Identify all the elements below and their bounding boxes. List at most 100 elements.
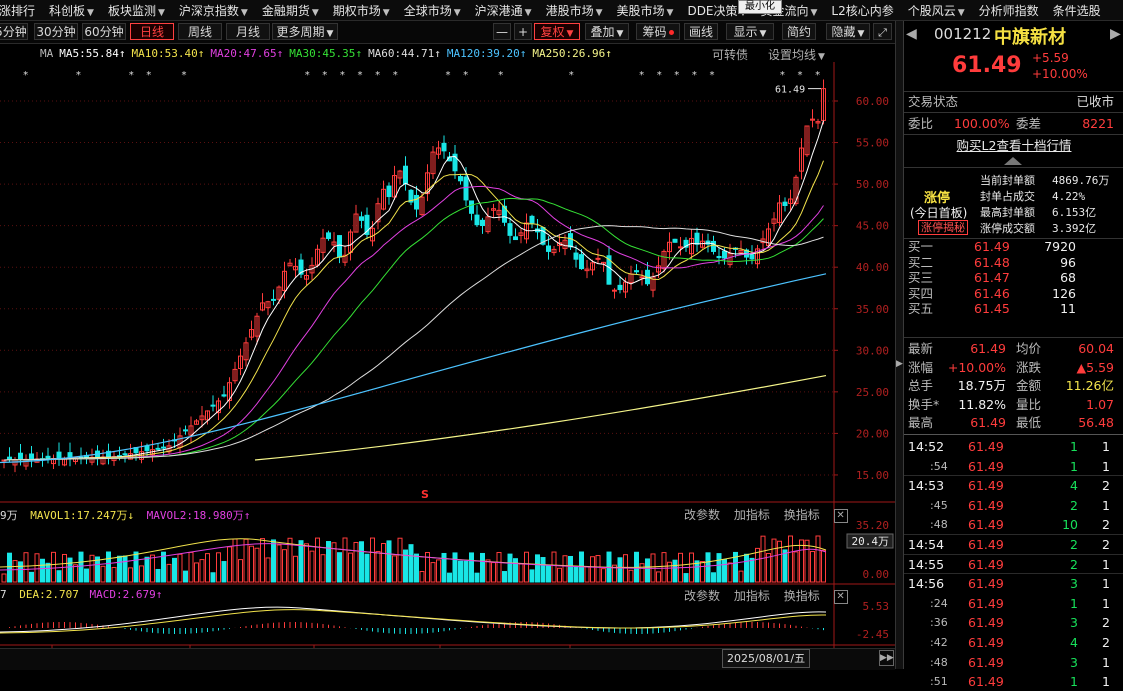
chips-button[interactable]: 筹码 [636, 23, 680, 40]
volume-bar [321, 555, 325, 582]
zoom-out-button[interactable]: — [493, 23, 511, 40]
volume-bar [189, 552, 193, 582]
collapse-up-icon[interactable] [1004, 157, 1022, 165]
volume-bar [305, 544, 309, 582]
volume-edit-params[interactable]: 改参数 [684, 508, 720, 522]
tick-time: 14:54 [908, 535, 944, 554]
buy-level-row[interactable]: 买一 61.49 7920 [904, 239, 1123, 255]
volume-change-indicator[interactable]: 换指标 [784, 508, 820, 522]
draw-line-button[interactable]: 画线 [684, 23, 718, 40]
zoom-in-button[interactable]: + [514, 23, 532, 40]
tick-volume: 2 [1070, 555, 1078, 574]
volume-bar [57, 571, 61, 582]
volume-add-indicator[interactable]: 加指标 [734, 508, 770, 522]
collapse-arrow-icon[interactable]: ▶ [896, 359, 903, 369]
macd-edit-params[interactable]: 改参数 [684, 589, 720, 603]
menu-item-5[interactable]: 期权市场 ▼ [326, 2, 397, 19]
menu-item-0[interactable]: 涨排行 [0, 2, 42, 19]
date-cursor-label: 2025/08/01/五 [722, 649, 810, 668]
buy-level-label: 买一 [908, 239, 933, 255]
scroll-right-icon[interactable]: ▶▶ [879, 650, 894, 666]
menu-item-label: 美股市场 [617, 4, 665, 18]
tick-volume: 2 [1070, 496, 1078, 515]
menu-item-1[interactable]: 科创板 ▼ [42, 2, 101, 19]
next-stock-icon[interactable]: ▶ [1110, 26, 1121, 42]
menu-item-2[interactable]: 板块监测 ▼ [101, 2, 172, 19]
volume-bar [200, 560, 204, 582]
chevron-down-icon: ▼ [760, 29, 767, 39]
buy-volume: 7920 [1044, 239, 1076, 255]
more-periods-label: 更多周期 [277, 25, 325, 39]
tick-row: :42 61.49 4 2 [904, 633, 1123, 652]
buy-level-row[interactable]: 买三 61.47 68 [904, 270, 1123, 286]
time-scrollbar[interactable]: 2025/08/01/五 ▶▶ [0, 648, 895, 670]
menu-item-14[interactable]: 分析师指数 [972, 2, 1046, 19]
hide-dropdown[interactable]: 隐藏 ▼ [826, 23, 870, 40]
period-monthly-button[interactable]: 月线 [226, 23, 270, 40]
volume-bar [140, 566, 144, 582]
volume-bar [354, 542, 358, 582]
expand-icon[interactable]: ⤢ [873, 23, 892, 40]
volume-bar [316, 538, 320, 582]
volume-bar [277, 545, 281, 582]
tick-price: 61.49 [968, 437, 1004, 456]
volume-bar [794, 552, 798, 582]
simple-mode-button[interactable]: 简约 [782, 23, 816, 40]
menu-item-8[interactable]: 港股市场 ▼ [539, 2, 610, 19]
menu-item-15[interactable]: 条件选股 [1046, 2, 1108, 19]
kline-chart[interactable]: 60.00 55.00 50.00 45.00 40.00 35.00 30.00 25.00… [0, 62, 895, 648]
ma-legend-item: MA120:39.20↑ [447, 47, 526, 60]
menu-item-4[interactable]: 金融期货 ▼ [255, 2, 326, 19]
menu-item-3[interactable]: 沪深京指数 ▼ [172, 2, 255, 19]
menu-item-13[interactable]: 个股风云 ▼ [901, 2, 972, 19]
tick-price: 61.49 [968, 457, 1004, 476]
seal-label: 涨停成交额 [980, 221, 1035, 237]
close-icon[interactable]: ✕ [834, 509, 848, 523]
ma-legend-item: MA20:47.65↑ [210, 47, 283, 60]
menu-item-12[interactable]: L2核心内参 [824, 2, 900, 19]
seal-row: 最高封单额 6.153亿 [904, 205, 1123, 221]
volume-bar [800, 540, 804, 582]
ma-settings-label: 设置均线 [768, 48, 816, 62]
close-icon[interactable]: ✕ [834, 590, 848, 604]
fuquan-dropdown[interactable]: 复权 ▼ [534, 23, 580, 40]
more-periods-button[interactable]: 更多周期 ▼ [272, 23, 338, 40]
volume-bar [13, 561, 17, 582]
period-daily-button[interactable]: 日线 [130, 23, 174, 40]
ma-legend-item: MA60:44.71↑ [368, 47, 441, 60]
l2-link-text: 购买L2查看十档行情 [957, 138, 1072, 153]
period-5min-button[interactable]: 5分钟 [0, 23, 28, 40]
candle-body [547, 246, 551, 251]
macd-change-indicator[interactable]: 换指标 [784, 589, 820, 603]
tick-count: 1 [1102, 555, 1110, 574]
convertible-bond-link[interactable]: 可转债 [712, 46, 748, 63]
macd-add-indicator[interactable]: 加指标 [734, 589, 770, 603]
overlay-dropdown[interactable]: 叠加 ▼ [585, 23, 629, 40]
buy-level-row[interactable]: 买四 61.46 126 [904, 286, 1123, 302]
menu-item-7[interactable]: 沪深港通 ▼ [468, 2, 539, 19]
period-60min-button[interactable]: 60分钟 [82, 23, 126, 40]
stat-label: 最高 [908, 413, 933, 432]
prev-stock-icon[interactable]: ◀ [906, 26, 917, 42]
candle-body [145, 446, 149, 451]
event-star-icon: * [305, 70, 310, 81]
buy-level-row[interactable]: 买五 61.45 11 [904, 301, 1123, 317]
menu-item-9[interactable]: 美股市场 ▼ [610, 2, 681, 19]
buy-level-row[interactable]: 买二 61.48 96 [904, 255, 1123, 271]
fuquan-label: 复权 [541, 25, 565, 39]
menu-item-6[interactable]: 全球市场 ▼ [397, 2, 468, 19]
l2-purchase-link[interactable]: 购买L2查看十档行情 [904, 136, 1123, 155]
weibi-row: 委比 100.00% 委差 8221 [904, 114, 1123, 133]
display-dropdown[interactable]: 显示 ▼ [726, 23, 774, 40]
buy-level-label: 买三 [908, 270, 933, 286]
last-price: 61.49 [952, 53, 1022, 78]
volume-bar [569, 556, 573, 582]
ma-settings-dropdown[interactable]: 设置均线 ▼ [768, 46, 825, 63]
period-weekly-button[interactable]: 周线 [178, 23, 222, 40]
candle-body [514, 237, 518, 240]
tick-price: 61.49 [968, 613, 1004, 632]
event-star-icon: * [798, 70, 803, 81]
volume-bar [750, 558, 754, 582]
period-30min-button[interactable]: 30分钟 [34, 23, 78, 40]
volume-bar [239, 560, 243, 582]
